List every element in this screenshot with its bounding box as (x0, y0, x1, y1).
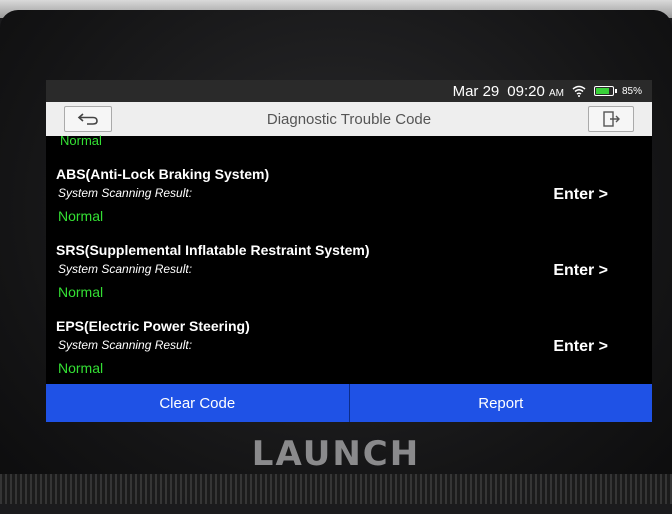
status-date: Mar 29 (452, 82, 500, 100)
screen: Mar 29 09:20 AM 85% Diagnostic Trouble C… (46, 80, 652, 422)
list-item-abs[interactable]: ABS(Anti-Lock Braking System) System Sca… (46, 166, 652, 242)
list-item-eps[interactable]: EPS(Electric Power Steering) System Scan… (46, 318, 652, 394)
scan-result-label: System Scanning Result: (58, 262, 193, 276)
exit-icon (603, 111, 620, 127)
status-time: 09:20 AM (507, 83, 564, 100)
scan-result-label: System Scanning Result: (58, 186, 193, 200)
enter-button[interactable]: Enter > (553, 262, 608, 280)
status-ampm: AM (548, 87, 564, 99)
status-bar: Mar 29 09:20 AM 85% (46, 80, 652, 102)
system-name: EPS(Electric Power Steering) (56, 318, 250, 334)
scan-result-status: Normal (58, 284, 104, 300)
scan-result-status: Normal (58, 208, 104, 224)
back-button[interactable] (64, 106, 112, 132)
scan-result-status: Normal (58, 360, 104, 376)
battery-icon (593, 86, 617, 96)
system-name: SRS(Supplemental Inflatable Restraint Sy… (56, 242, 370, 258)
exit-button[interactable] (588, 106, 634, 132)
wifi-icon (572, 85, 586, 97)
report-button[interactable]: Report (349, 384, 652, 422)
enter-button[interactable]: Enter > (553, 186, 608, 204)
system-name: ABS(Anti-Lock Braking System) (56, 166, 270, 182)
page-title: Diagnostic Trouble Code (266, 110, 432, 128)
clear-code-button[interactable]: Clear Code (46, 384, 350, 422)
back-arrow-icon (77, 113, 98, 125)
scan-result-label: System Scanning Result: (58, 338, 193, 352)
list-item-srs[interactable]: SRS(Supplemental Inflatable Restraint Sy… (46, 242, 652, 318)
enter-button[interactable]: Enter > (553, 338, 608, 356)
list-item-status-partial: Normal (60, 133, 102, 148)
action-bar: Clear Code Report (46, 384, 652, 422)
battery-percent: 85% (621, 85, 642, 97)
title-bar: Diagnostic Trouble Code (46, 102, 652, 136)
brand-logo: LAUNCH (251, 434, 421, 474)
status-time-value: 09:20 (507, 82, 545, 100)
speaker-grille (0, 474, 672, 504)
